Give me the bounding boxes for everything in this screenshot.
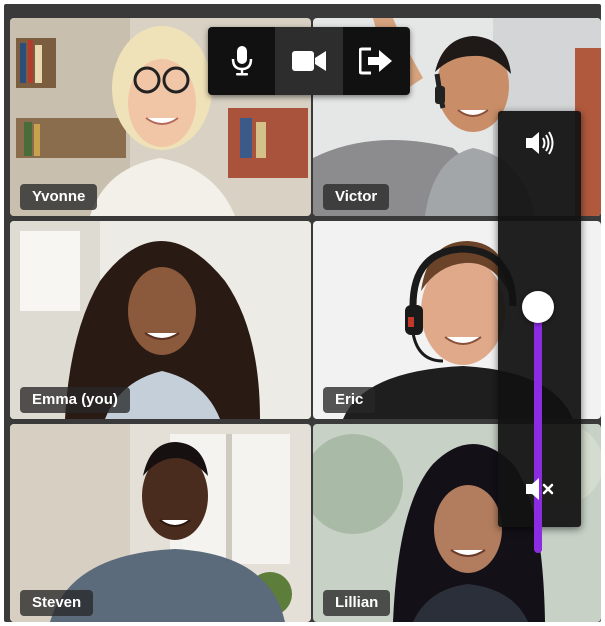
toggle-camera-button[interactable]: [275, 27, 343, 95]
volume-slider-thumb[interactable]: [522, 291, 554, 323]
leave-call-icon: [359, 47, 393, 75]
participant-name: Yvonne: [20, 184, 98, 210]
mute-microphone-button[interactable]: [208, 27, 275, 95]
video-tile-steven[interactable]: Steven: [10, 424, 311, 622]
participant-name: Steven: [20, 590, 94, 616]
participant-name: Lillian: [323, 590, 391, 616]
speaker-loud-icon[interactable]: [524, 129, 556, 157]
participant-name: Eric: [323, 387, 376, 413]
volume-track[interactable]: [534, 307, 542, 553]
video-tile-emma[interactable]: Emma (you): [10, 221, 311, 419]
leave-call-button[interactable]: [343, 27, 410, 95]
volume-panel: [498, 111, 581, 553]
participant-name: Emma (you): [20, 387, 130, 413]
participant-name: Victor: [323, 184, 390, 210]
speaker-mute-icon[interactable]: [524, 475, 556, 503]
camera-icon: [291, 51, 326, 71]
microphone-icon: [231, 46, 252, 76]
call-toolbar: [208, 27, 410, 95]
volume-level-fill: [534, 307, 542, 553]
